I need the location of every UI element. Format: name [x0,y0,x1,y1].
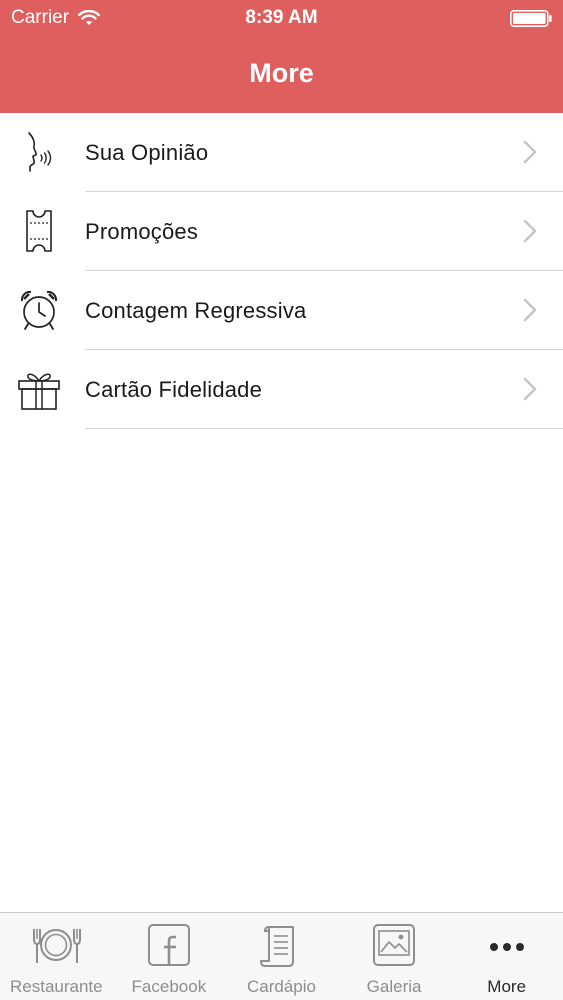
alarm-clock-icon [20,290,58,330]
menu-item-contagem-regressiva[interactable]: Contagem Regressiva [0,271,563,350]
tab-label: Facebook [131,977,207,996]
ticket-icon [26,210,52,252]
menu-item-label: Sua Opinião [85,140,209,165]
scroll-menu-icon [260,926,295,967]
facebook-icon [147,924,190,966]
menu-item-label: Contagem Regressiva [85,298,307,323]
chevron-right-icon [523,298,537,322]
gallery-image-icon [373,924,416,966]
status-time: 8:39 AM [245,7,318,28]
chevron-right-icon [523,140,537,164]
header: Carrier 8:39 AM More [0,0,563,113]
tab-restaurante[interactable]: Restaurante [0,913,113,1000]
more-menu-list: Sua Opinião Promoções Contagem Regressiv… [0,113,563,429]
menu-item-promocoes[interactable]: Promoções [0,192,563,271]
plate-cutlery-icon [33,929,82,963]
row-separator [85,428,563,429]
menu-item-cartao-fidelidade[interactable]: Cartão Fidelidade [0,350,563,429]
tab-facebook[interactable]: Facebook [113,913,226,1000]
tab-bar: Restaurante Facebook Cardápio Galeria Mo… [0,912,563,1000]
tab-more[interactable]: More [450,913,563,1000]
tab-galeria[interactable]: Galeria [338,913,451,1000]
chevron-right-icon [523,219,537,243]
status-bar: Carrier 8:39 AM [0,0,563,38]
feedback-speech-icon [28,132,52,172]
chevron-right-icon [523,377,537,401]
gift-icon [18,373,60,410]
tab-label: Cardápio [246,977,316,996]
more-dots-icon [489,943,524,951]
battery-icon [510,10,552,27]
menu-item-sua-opiniao[interactable]: Sua Opinião [0,113,563,192]
page-title: More [249,58,314,88]
tab-label: Galeria [366,977,422,996]
menu-item-label: Promoções [85,219,199,244]
menu-item-label: Cartão Fidelidade [85,377,263,402]
tab-label: More [487,977,527,996]
tab-cardapio[interactable]: Cardápio [225,913,338,1000]
tab-label: Restaurante [9,977,103,996]
